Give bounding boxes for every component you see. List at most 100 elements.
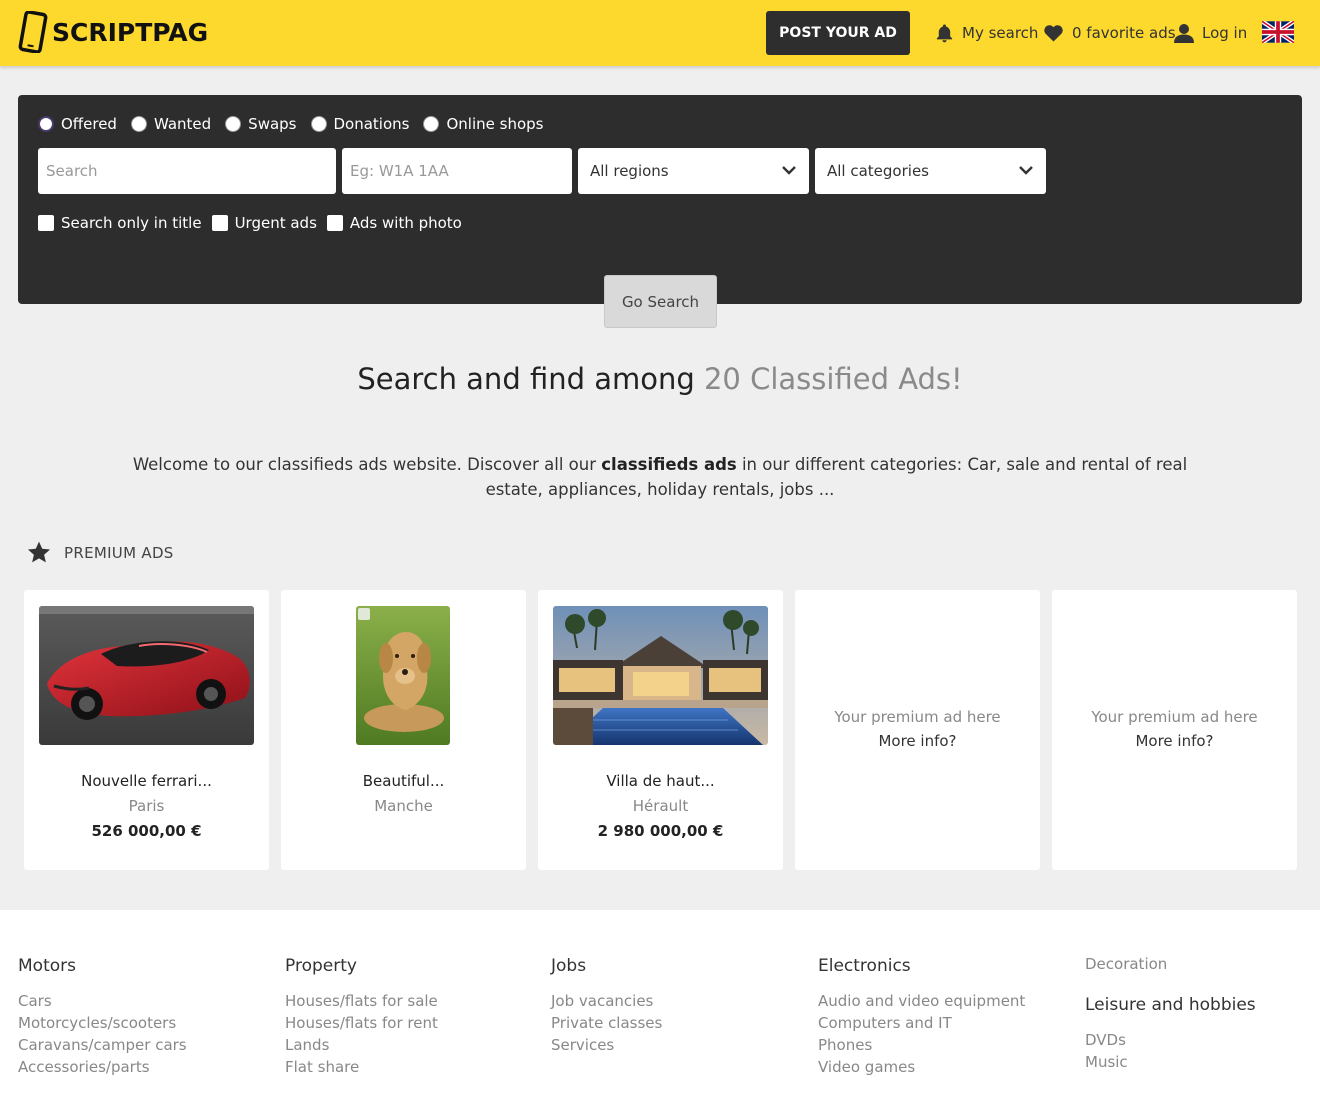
radio-button[interactable] [423,116,440,132]
logo[interactable]: SCRIPTPAG [18,10,208,54]
category-heading[interactable]: Leisure and hobbies [1085,995,1256,1015]
premium-ad-placeholder[interactable]: Your premium ad here More info? [1052,590,1297,870]
car-photo [39,606,254,745]
ad-title[interactable]: Nouvelle ferrari... [24,772,269,790]
ad-photo-villa[interactable] [553,606,768,745]
category-link[interactable]: Motorcycles/scooters [18,1012,187,1034]
premium-ad-card[interactable]: Nouvelle ferrari... Paris 526 000,00 € [24,590,269,870]
welcome-text-bold: classifieds ads [601,455,737,474]
premium-ad-card[interactable]: Villa de haut... Hérault 2 980 000,00 € [538,590,783,870]
filter-with-photo[interactable]: Ads with photo [326,214,462,232]
ad-photo-dog[interactable] [356,606,450,745]
radio-label: Offered [61,115,117,133]
checkbox-label: Search only in title [61,214,202,232]
category-select-value: All categories [827,162,929,180]
filter-urgent[interactable]: Urgent ads [211,214,317,232]
logo-text: SCRIPTPAG [52,17,209,47]
checkbox[interactable] [38,215,54,231]
category-heading[interactable]: Jobs [551,956,662,976]
premium-ad-card[interactable]: Beautiful... Manche [281,590,526,870]
site-header: SCRIPTPAG POST YOUR AD My search 0 favor… [0,0,1320,66]
category-link[interactable]: Services [551,1034,662,1056]
category-link[interactable]: Video games [818,1056,1025,1078]
radio-online-shops[interactable]: Online shops [423,115,543,133]
category-heading[interactable]: Electronics [818,956,1025,976]
uk-flag-icon[interactable] [1262,21,1294,43]
category-heading[interactable]: Property [285,956,438,976]
placeholder-text: Your premium ad here [1091,708,1258,726]
category-column-motors: Motors Cars Motorcycles/scooters Caravan… [18,956,187,1078]
category-heading[interactable]: Motors [18,956,187,976]
ad-title[interactable]: Beautiful... [281,772,526,790]
radio-button[interactable] [38,116,54,132]
category-link[interactable]: Computers and IT [818,1012,1025,1034]
go-search-button[interactable]: Go Search [604,275,717,328]
more-info-link[interactable]: More info? [1052,732,1297,750]
category-column-jobs: Jobs Job vacancies Private classes Servi… [551,956,662,1056]
my-search-link[interactable]: My search [935,20,1038,46]
radio-label: Wanted [153,115,212,133]
checkbox[interactable] [211,215,228,231]
favorite-ads-label: 0 favorite ads [1072,24,1176,42]
category-link[interactable]: Phones [818,1034,1025,1056]
radio-donations[interactable]: Donations [310,115,409,133]
ad-photo-car[interactable] [39,606,254,745]
category-link[interactable]: DVDs [1085,1029,1256,1051]
welcome-text: Welcome to our classifieds ads website. … [110,452,1210,502]
category-link[interactable]: Private classes [551,1012,662,1034]
checkbox-label: Urgent ads [234,214,317,232]
search-input[interactable] [38,148,336,194]
bell-icon [936,24,953,43]
category-link[interactable]: Houses/flats for rent [285,1012,438,1034]
dog-photo [356,606,450,745]
my-search-label: My search [962,24,1039,42]
ad-type-radios: Offered Wanted Swaps Donations Online sh… [38,115,557,133]
radio-button[interactable] [225,116,242,132]
category-link[interactable]: Accessories/parts [18,1056,187,1078]
category-link[interactable]: Music [1085,1051,1256,1073]
category-footer: Motors Cars Motorcycles/scooters Caravan… [0,910,1320,1100]
premium-ads-title: PREMIUM ADS [64,543,174,562]
radio-button[interactable] [130,116,147,132]
category-column-electronics: Electronics Audio and video equipment Co… [818,956,1025,1078]
post-ad-button[interactable]: POST YOUR AD [766,11,910,55]
ad-title[interactable]: Villa de haut... [538,772,783,790]
category-link[interactable]: Decoration [1085,955,1256,973]
category-link[interactable]: Flat share [285,1056,438,1078]
chevron-down-icon [782,166,796,175]
category-link[interactable]: Caravans/camper cars [18,1034,187,1056]
category-column-leisure: Decoration Leisure and hobbies DVDs Musi… [1085,955,1256,1073]
villa-photo [553,606,768,745]
radio-label: Online shops [446,115,544,133]
radio-button[interactable] [310,116,327,132]
category-link[interactable]: Lands [285,1034,438,1056]
smartphone-icon [18,11,48,53]
region-select-value: All regions [590,162,669,180]
ad-price: 526 000,00 € [91,822,202,840]
premium-ad-placeholder[interactable]: Your premium ad here More info? [795,590,1040,870]
search-filters: Search only in title Urgent ads Ads with… [38,214,472,232]
postcode-input[interactable] [342,148,572,194]
category-link[interactable]: Houses/flats for sale [285,990,438,1012]
more-info-link[interactable]: More info? [795,732,1040,750]
category-column-property: Property Houses/flats for sale Houses/fl… [285,956,438,1078]
favorite-ads-link[interactable]: 0 favorite ads [1043,20,1176,46]
category-link[interactable]: Audio and video equipment [818,990,1025,1012]
star-icon [27,541,51,563]
radio-wanted[interactable]: Wanted [130,115,212,133]
search-panel: Offered Wanted Swaps Donations Online sh… [18,95,1302,304]
radio-offered[interactable]: Offered [38,115,117,133]
category-link[interactable]: Job vacancies [551,990,662,1012]
ad-location: Manche [374,797,433,815]
region-select[interactable]: All regions [578,148,809,194]
radio-swaps[interactable]: Swaps [225,115,297,133]
welcome-text-start: Welcome to our classifieds ads website. … [132,455,602,474]
radio-label: Swaps [248,115,297,133]
filter-title-only[interactable]: Search only in title [38,214,202,232]
placeholder-text: Your premium ad here [834,708,1001,726]
category-link[interactable]: Cars [18,990,187,1012]
checkbox[interactable] [326,215,343,231]
headline-accent: 20 Classified Ads! [703,362,963,396]
category-select[interactable]: All categories [815,148,1046,194]
login-link[interactable]: Log in [1174,20,1247,46]
